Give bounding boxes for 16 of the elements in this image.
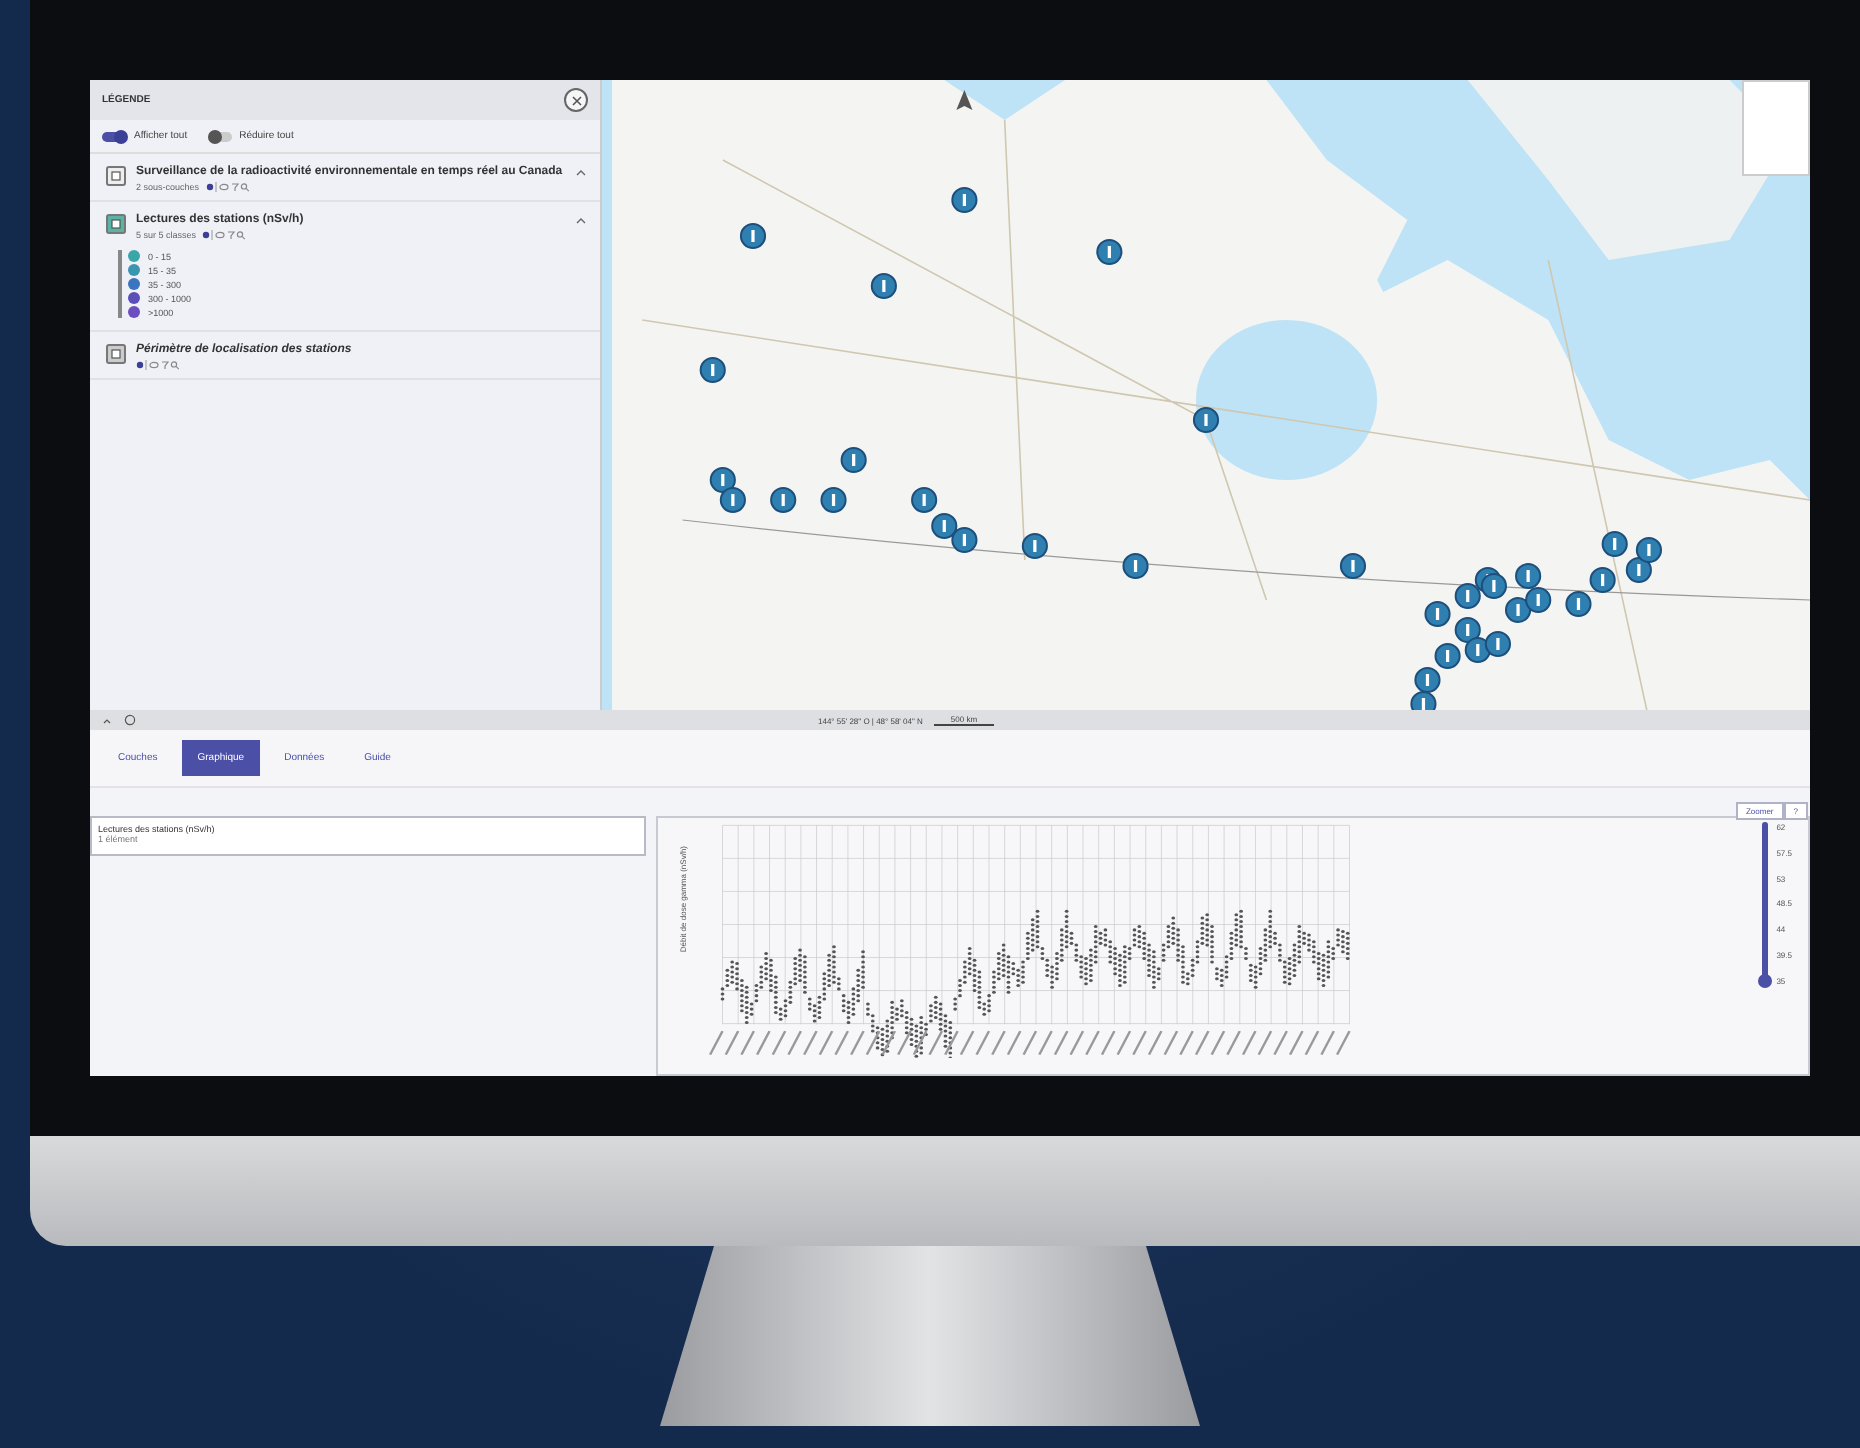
close-icon — [571, 95, 581, 105]
layer-tools-icon[interactable] — [205, 182, 250, 192]
layer-icon — [106, 214, 126, 234]
chevron-icon[interactable] — [574, 166, 588, 180]
settings-icon[interactable] — [124, 714, 136, 726]
slider-handle[interactable] — [1758, 974, 1773, 988]
layer-icon — [106, 344, 126, 364]
toggle-switch[interactable] — [207, 131, 232, 141]
toggle-switch[interactable] — [102, 131, 126, 141]
layer-tools-icon[interactable] — [202, 230, 247, 240]
layer-icon — [106, 166, 126, 186]
close-button[interactable] — [564, 88, 588, 112]
chevron-icon[interactable] — [574, 214, 588, 228]
layer-tools-icon[interactable] — [136, 360, 180, 370]
map-drawing[interactable] — [602, 80, 1810, 710]
chevron-icon[interactable] — [102, 715, 112, 725]
